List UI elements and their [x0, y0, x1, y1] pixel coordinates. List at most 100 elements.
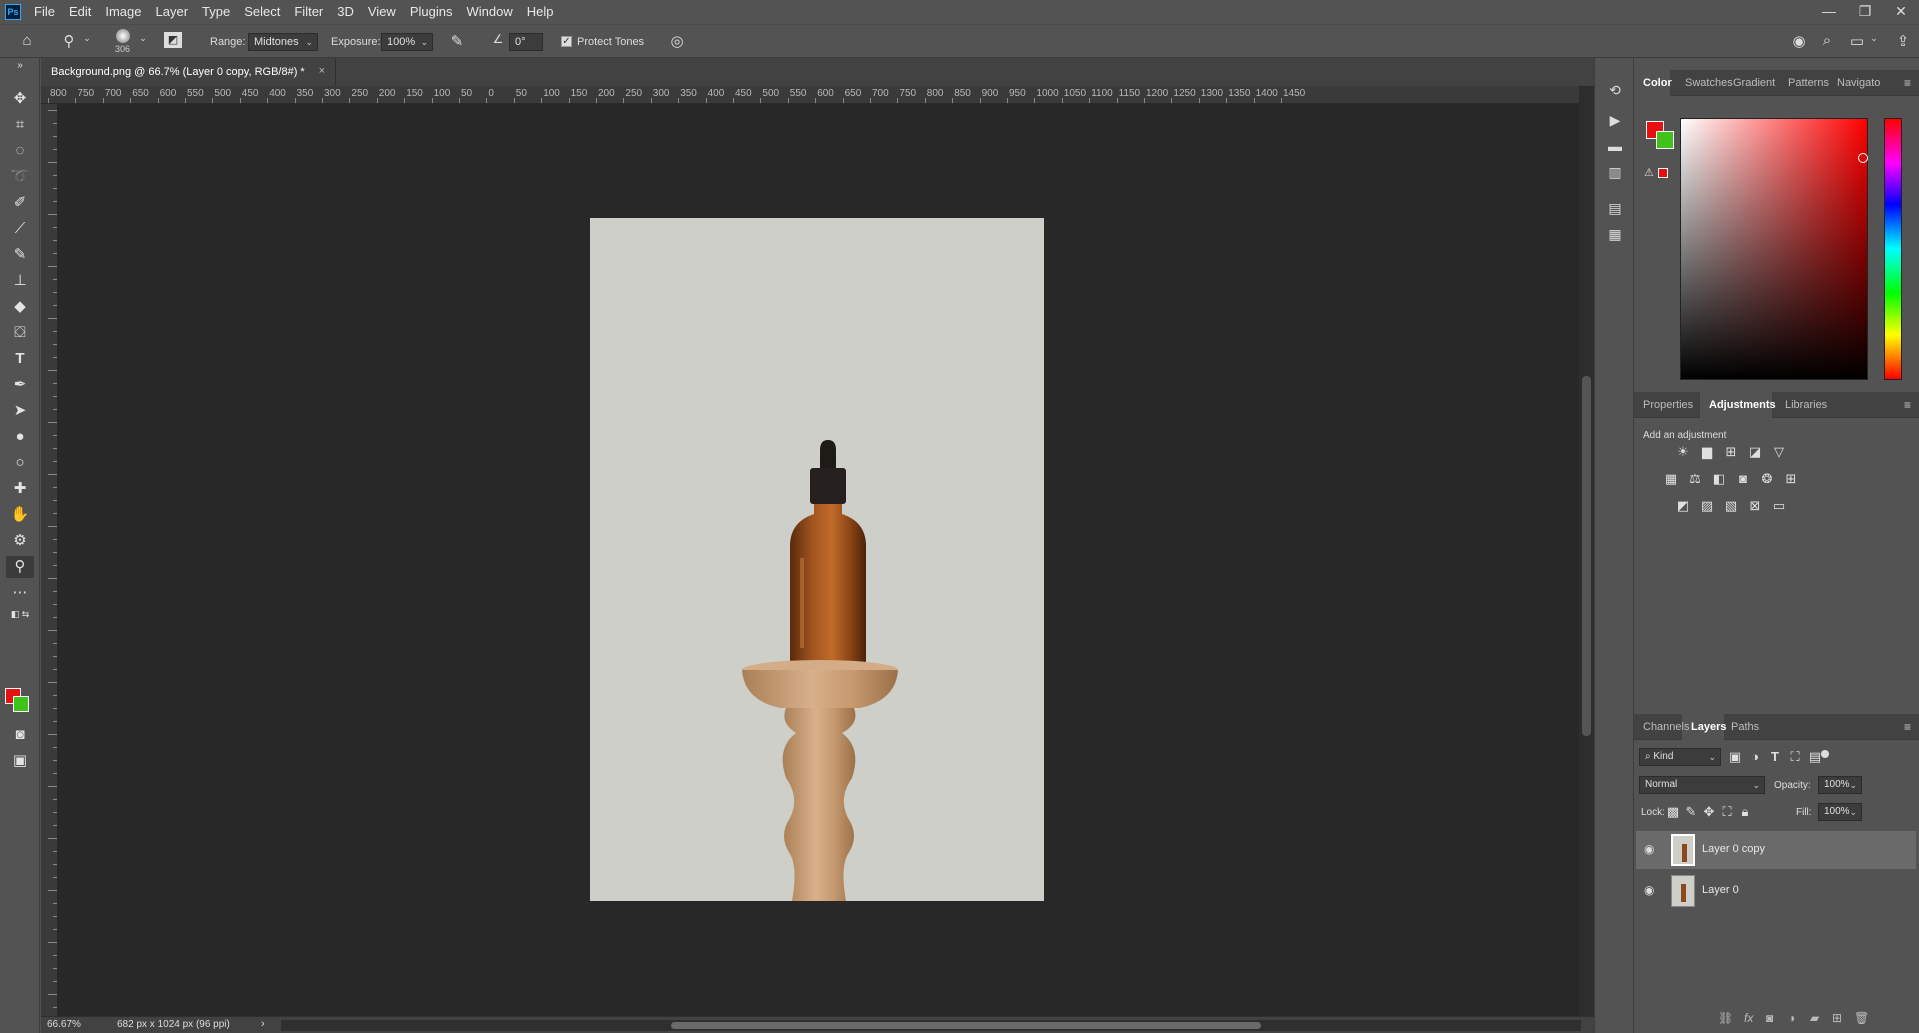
- pen-tool-icon[interactable]: ✒: [6, 374, 34, 396]
- lock-position-icon[interactable]: ✥: [1700, 804, 1718, 820]
- document-tab[interactable]: Background.png @ 66.7% (Layer 0 copy, RG…: [41, 58, 336, 86]
- eye-icon[interactable]: ◉: [1644, 842, 1654, 856]
- crop-tool-icon[interactable]: ⌗: [6, 114, 34, 136]
- filter-adjustment-icon[interactable]: ◑: [1746, 749, 1764, 765]
- share-user-icon[interactable]: ◉: [1788, 32, 1810, 50]
- actions-play-icon[interactable]: ▶: [1605, 110, 1625, 130]
- delete-layer-icon[interactable]: 🗑︎: [1854, 1011, 1869, 1025]
- horizontal-scroll-thumb[interactable]: [671, 1022, 1261, 1029]
- burn-tool-icon[interactable]: ⚲: [6, 556, 34, 578]
- measurement-icon[interactable]: ▥: [1605, 162, 1625, 182]
- blend-mode-dropdown[interactable]: Normal ⌄: [1639, 776, 1765, 794]
- opacity-field[interactable]: 100% ⌄: [1818, 776, 1862, 794]
- hand-tool-icon[interactable]: ✋: [6, 504, 34, 526]
- fill-field[interactable]: 100% ⌄: [1818, 803, 1862, 821]
- exposure-icon[interactable]: ◪: [1746, 444, 1764, 460]
- tab-properties[interactable]: Properties: [1643, 399, 1693, 411]
- move-tool-icon[interactable]: ✥: [6, 88, 34, 110]
- levels-icon[interactable]: ▆: [1698, 444, 1716, 460]
- close-document-icon[interactable]: ×: [319, 65, 325, 77]
- filter-shape-icon[interactable]: ⛶: [1786, 749, 1804, 765]
- elliptical-marquee-tool-icon[interactable]: ◌: [6, 140, 34, 162]
- layer-thumbnail[interactable]: [1671, 834, 1695, 866]
- hue-saturation-icon[interactable]: ▦: [1662, 471, 1680, 487]
- layer-name[interactable]: Layer 0: [1702, 884, 1739, 896]
- healing-brush-tool-icon[interactable]: ✚: [6, 478, 34, 500]
- notes-icon[interactable]: ▦: [1605, 224, 1625, 244]
- zoom-level[interactable]: 66.67%: [47, 1019, 81, 1030]
- share-icon[interactable]: ⇪: [1892, 32, 1914, 50]
- gradient-map-icon[interactable]: ▭: [1770, 498, 1788, 514]
- color-panel-menu-icon[interactable]: ≡: [1904, 76, 1911, 90]
- home-icon[interactable]: ⌂: [16, 32, 38, 49]
- invert-icon[interactable]: ◩: [1674, 498, 1692, 514]
- brush-chevron-down-icon[interactable]: ⌄: [138, 33, 148, 44]
- ellipse-tool-icon[interactable]: ○: [6, 452, 34, 474]
- gamut-warning-icon[interactable]: ⚠: [1644, 166, 1654, 179]
- menu-edit[interactable]: Edit: [62, 0, 98, 24]
- paint-bucket-tool-icon[interactable]: ⛋: [6, 322, 34, 344]
- filter-pixel-icon[interactable]: ▣: [1726, 749, 1744, 765]
- preset-chevron-down-icon[interactable]: ⌄: [82, 33, 92, 44]
- workspace-icon[interactable]: ▭: [1846, 32, 1868, 50]
- layer-row[interactable]: ◉ Layer 0: [1636, 872, 1916, 910]
- menu-plugins[interactable]: Plugins: [403, 0, 460, 24]
- menu-filter[interactable]: Filter: [287, 0, 330, 24]
- color-background-swatch[interactable]: [1656, 131, 1674, 149]
- filter-toggle-icon[interactable]: [1821, 750, 1829, 758]
- tab-patterns[interactable]: Patterns: [1788, 77, 1829, 89]
- eraser-tool-icon[interactable]: ◆: [6, 296, 34, 318]
- brush-settings-icon[interactable]: ◩: [164, 32, 182, 48]
- vibrance-icon[interactable]: ▽: [1770, 444, 1788, 460]
- type-tool-icon[interactable]: T: [6, 348, 34, 370]
- workspace-chevron-down-icon[interactable]: ⌄: [1868, 33, 1880, 44]
- comments-icon[interactable]: ▬: [1605, 136, 1625, 156]
- properties-panel-icon[interactable]: ▤: [1605, 198, 1625, 218]
- threshold-icon[interactable]: ▧: [1722, 498, 1740, 514]
- link-layers-icon[interactable]: ⛓: [1718, 1011, 1733, 1025]
- new-layer-icon[interactable]: ⊞: [1832, 1011, 1842, 1025]
- brightness-contrast-icon[interactable]: ☀: [1674, 444, 1692, 460]
- layer-row[interactable]: ◉ Layer 0 copy: [1636, 831, 1916, 869]
- search-icon[interactable]: ⌕: [1816, 32, 1838, 49]
- pressure-size-icon[interactable]: ◎: [666, 32, 688, 50]
- hue-slider[interactable]: [1884, 118, 1902, 380]
- filter-type-icon[interactable]: T: [1766, 749, 1784, 765]
- tab-color[interactable]: Color: [1643, 77, 1672, 89]
- color-balance-icon[interactable]: ⚖: [1686, 471, 1704, 487]
- photo-filter-icon[interactable]: ◙: [1734, 471, 1752, 487]
- lock-image-icon[interactable]: ✎: [1682, 804, 1700, 820]
- layer-filter-kind-dropdown[interactable]: ⌕ Kind ⌄: [1639, 748, 1721, 766]
- range-dropdown[interactable]: Midtones ⌄: [248, 33, 318, 51]
- status-menu-arrow-icon[interactable]: ›: [261, 1018, 265, 1030]
- new-adjustment-layer-icon[interactable]: ◑: [1788, 1011, 1795, 1025]
- color-lookup-icon[interactable]: ⊞: [1782, 471, 1800, 487]
- lock-all-icon[interactable]: 🔒︎: [1736, 804, 1754, 820]
- quick-selection-tool-icon[interactable]: ✐: [6, 192, 34, 214]
- gamut-swatch[interactable]: [1658, 168, 1668, 178]
- menu-3d[interactable]: 3D: [330, 0, 361, 24]
- curves-icon[interactable]: ⊞: [1722, 444, 1740, 460]
- color-saturation-field[interactable]: [1680, 118, 1868, 380]
- tab-swatches[interactable]: Swatches: [1685, 77, 1733, 89]
- channel-mixer-icon[interactable]: ❂: [1758, 471, 1776, 487]
- new-group-icon[interactable]: ▰: [1810, 1011, 1819, 1025]
- edit-toolbar-icon[interactable]: ⋯: [6, 582, 34, 604]
- restore-button[interactable]: ❐: [1847, 0, 1883, 24]
- tab-gradient[interactable]: Gradient: [1733, 77, 1775, 89]
- tab-paths[interactable]: Paths: [1731, 721, 1759, 733]
- minimize-button[interactable]: —: [1811, 0, 1847, 24]
- lock-artboard-icon[interactable]: ⛶: [1718, 804, 1736, 820]
- protect-tones-checkbox[interactable]: ✓: [561, 36, 572, 47]
- menu-image[interactable]: Image: [98, 0, 148, 24]
- history-icon[interactable]: ⟲: [1605, 80, 1625, 100]
- brush-tool-icon[interactable]: ✎: [6, 244, 34, 266]
- document-canvas-image[interactable]: [590, 218, 1044, 901]
- tab-adjustments[interactable]: Adjustments: [1709, 399, 1776, 411]
- close-window-button[interactable]: ✕: [1883, 0, 1919, 24]
- default-colors-icon[interactable]: ◧ ⇆: [6, 607, 34, 621]
- color-picker-ring[interactable]: [1858, 153, 1868, 163]
- burn-tool-preset-icon[interactable]: ⚲: [60, 32, 78, 50]
- menu-view[interactable]: View: [361, 0, 403, 24]
- tab-layers[interactable]: Layers: [1691, 721, 1726, 733]
